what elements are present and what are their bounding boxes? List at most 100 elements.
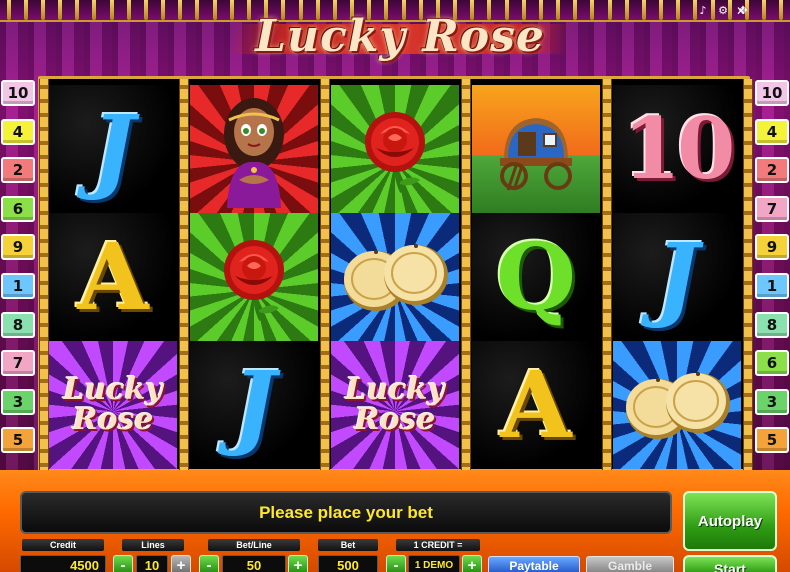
reel-cell: A — [49, 213, 177, 341]
line-badge-left[interactable]: 5 — [1, 427, 35, 454]
wagon-icon — [486, 104, 586, 194]
reel-divider — [461, 79, 471, 475]
reel-cell — [331, 85, 459, 213]
symbol-scatter-lucky-rose: Lucky Rose — [63, 372, 163, 437]
tassel — [590, 0, 595, 20]
line-badge-left[interactable]: 4 — [1, 118, 35, 145]
line-badge-left[interactable]: 10 — [1, 80, 35, 106]
line-badge-right[interactable]: 10 — [755, 80, 789, 106]
line-badge-left[interactable]: 2 — [1, 157, 35, 184]
symbol-q: Q — [495, 223, 577, 331]
bet-line-plus-button[interactable]: + — [288, 555, 308, 572]
bet-label: Bet — [318, 539, 378, 551]
line-badge-right[interactable]: 7 — [755, 195, 789, 222]
lines-minus-button[interactable]: - — [113, 555, 133, 572]
reel-cell: Lucky Rose — [331, 341, 459, 469]
symbol-a: A — [77, 223, 149, 331]
tassel — [212, 0, 217, 20]
line-badge-right[interactable]: 9 — [755, 234, 789, 261]
line-badge-right[interactable]: 3 — [755, 388, 789, 415]
symbol-j: J — [232, 351, 276, 459]
line-badge-right[interactable]: 5 — [755, 427, 789, 454]
denomination-minus-button[interactable]: - — [386, 555, 406, 572]
reels-frame: J A Lucky Rose J Lucky Rose Q A 10 J — [38, 76, 753, 475]
symbol-a: A — [500, 351, 572, 459]
reel-cell — [331, 213, 459, 341]
reel-2: J — [190, 85, 318, 469]
reel-cell: Q — [472, 213, 600, 341]
tassel — [6, 0, 11, 20]
line-badge-left[interactable]: 3 — [1, 388, 35, 415]
line-badge-left[interactable]: 9 — [1, 234, 35, 261]
rose-icon — [209, 232, 299, 322]
credit-value: 4500 — [20, 555, 106, 572]
symbol-j: J — [655, 223, 699, 331]
line-badge-left[interactable]: 8 — [1, 311, 35, 338]
tassel — [659, 0, 664, 20]
bet-line-value: 50 — [222, 555, 286, 572]
bet-line-minus-button[interactable]: - — [199, 555, 219, 572]
symbol-ten: 10 — [622, 99, 736, 198]
lines-plus-button[interactable]: + — [171, 555, 191, 572]
reel-4: QA — [472, 85, 600, 469]
tassel — [109, 0, 114, 20]
message-box: Please place your bet — [20, 491, 672, 534]
tassel — [641, 0, 646, 20]
reel-1: J A Lucky Rose — [49, 85, 177, 469]
tassel — [779, 0, 784, 20]
line-badge-left[interactable]: 1 — [1, 273, 35, 299]
bet-line-label: Bet/Line — [208, 539, 300, 551]
tassel — [92, 0, 97, 20]
tassel — [161, 0, 166, 20]
close-button[interactable]: ✕ — [734, 4, 748, 18]
reel-cell — [472, 85, 600, 213]
line-badge-right[interactable]: 1 — [755, 273, 789, 299]
reel-5: 10 J — [613, 85, 741, 469]
reel-cell: 10 — [613, 85, 741, 213]
gamble-button[interactable]: Gamble — [586, 556, 674, 572]
tassel — [607, 0, 612, 20]
reel-cell — [190, 213, 318, 341]
gypsy-girl-icon — [209, 90, 299, 208]
line-badge-right[interactable]: 2 — [755, 157, 789, 184]
denomination-label: 1 CREDIT = — [396, 539, 480, 551]
line-badge-right[interactable]: 4 — [755, 118, 789, 145]
line-badge-left[interactable]: 7 — [1, 350, 35, 377]
tassel — [624, 0, 629, 20]
tassel — [126, 0, 131, 20]
tassel — [58, 0, 63, 20]
status-message: Please place your bet — [259, 502, 433, 522]
line-badge-left[interactable]: 6 — [1, 195, 35, 222]
tassel — [178, 0, 183, 20]
symbol-j: J — [91, 95, 135, 203]
reel-divider — [743, 79, 753, 475]
reel-divider — [602, 79, 612, 475]
reel-3: Lucky Rose — [331, 85, 459, 469]
settings-icon[interactable]: ⚙ — [716, 4, 730, 18]
tassel — [195, 0, 200, 20]
reel-cell — [190, 85, 318, 213]
game-title: Lucky Rose — [255, 10, 545, 62]
credit-label: Credit — [22, 539, 104, 551]
tassel — [676, 0, 681, 20]
lines-value: 10 — [136, 555, 168, 572]
denomination-plus-button[interactable]: + — [462, 555, 482, 572]
lines-label: Lines — [122, 539, 184, 551]
game-logo: Lucky Rose — [227, 6, 573, 66]
reel-cell: J — [190, 341, 318, 469]
tassel — [75, 0, 80, 20]
denomination-value: 1 DEMO — [408, 555, 460, 572]
reel-divider — [320, 79, 330, 475]
line-badge-right[interactable]: 8 — [755, 311, 789, 338]
reel-divider — [39, 79, 49, 475]
tassel — [573, 0, 578, 20]
coins-icon — [340, 237, 450, 317]
start-button[interactable]: Start — [683, 555, 777, 572]
autoplay-button[interactable]: Autoplay — [683, 491, 777, 551]
line-badge-right[interactable]: 6 — [755, 350, 789, 377]
paytable-button[interactable]: Paytable — [488, 556, 580, 572]
tassel — [762, 0, 767, 20]
tassel — [23, 0, 28, 20]
music-icon[interactable]: ♪ — [696, 4, 710, 18]
coins-icon — [622, 365, 732, 445]
